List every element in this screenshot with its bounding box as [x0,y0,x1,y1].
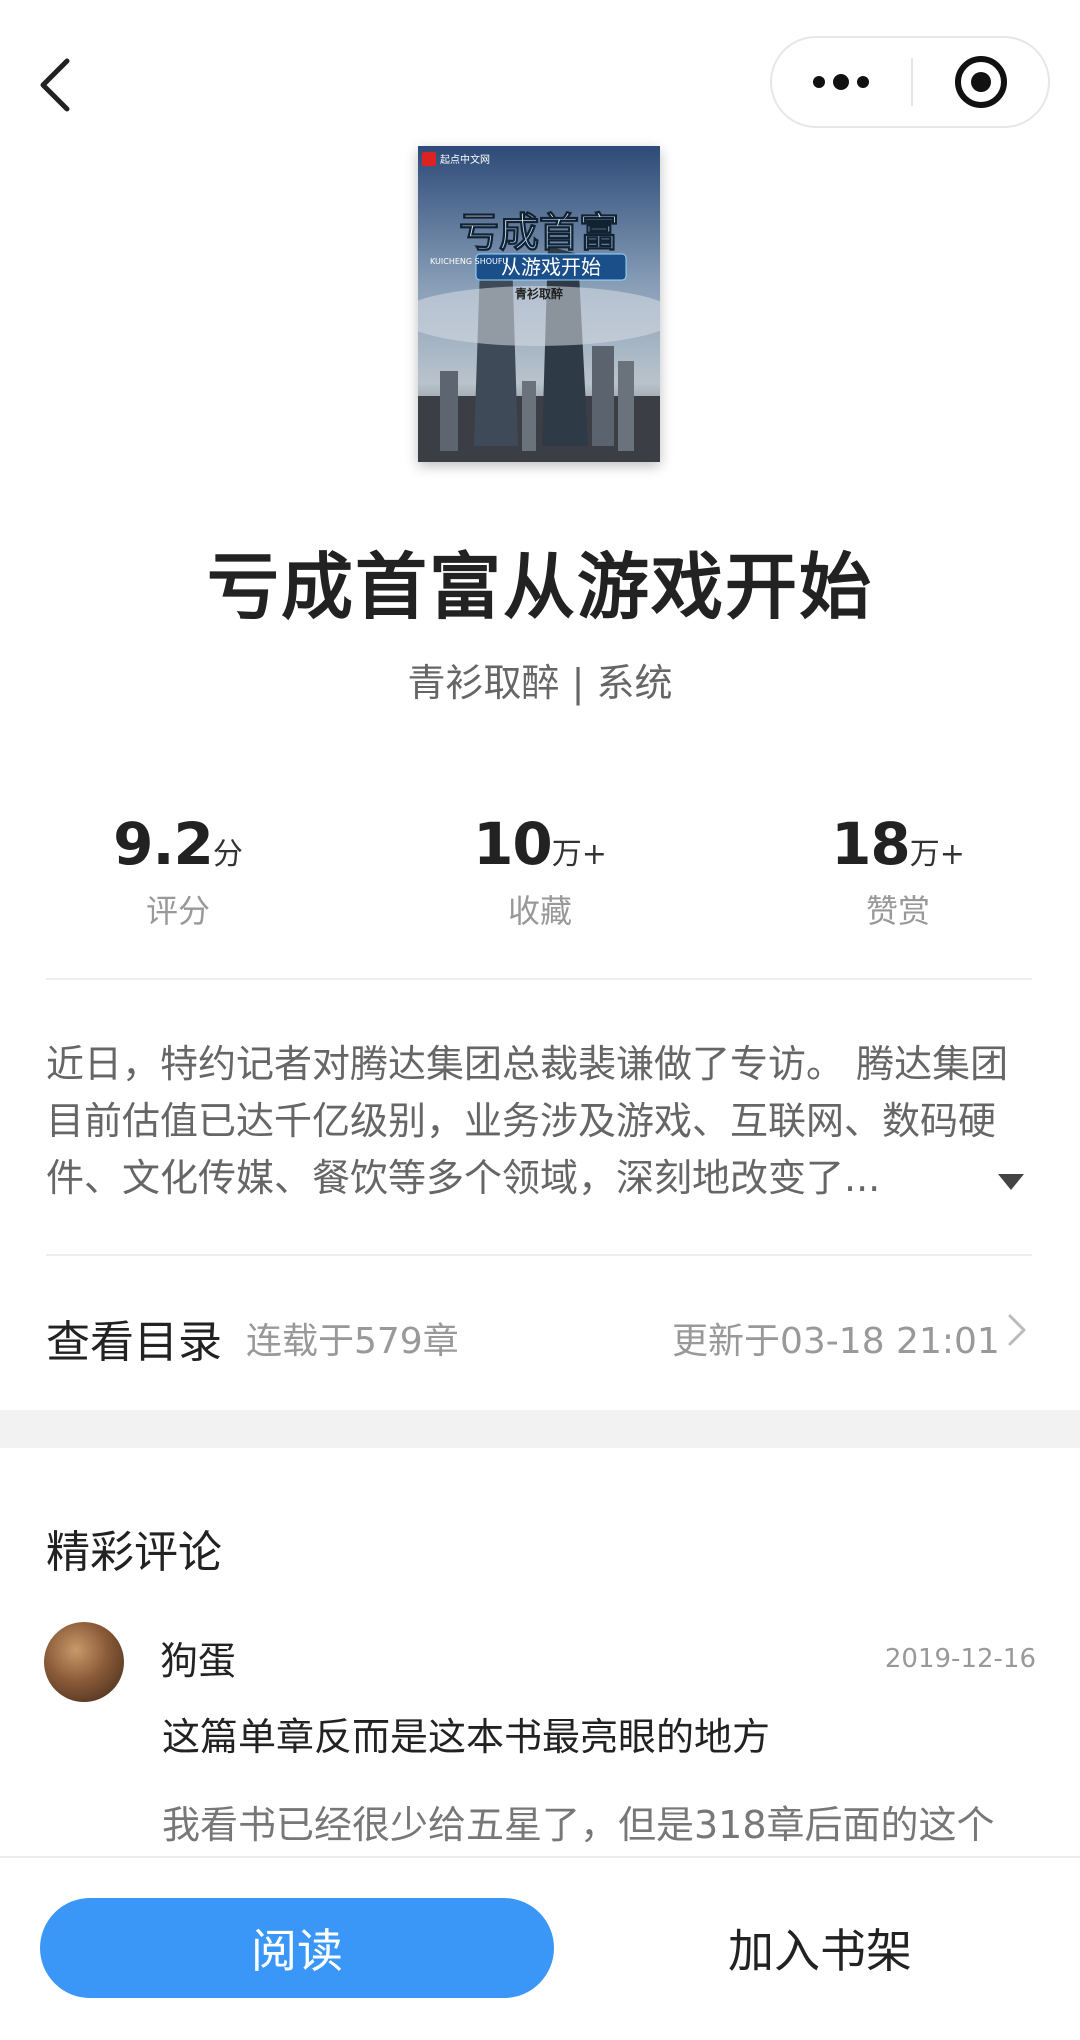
book-title: 亏成首富从游戏开始 [206,545,873,629]
back-button[interactable] [30,52,80,118]
cover-latin-text: KUICHENG SHOUFU [430,257,508,266]
more-button[interactable] [772,38,910,126]
bottom-action-bar: 阅读 加入书架 [0,1856,1080,2040]
section-separator [0,1410,1080,1448]
cover-title-sub: 从游戏开始 [501,255,601,279]
toc-title: 查看目录 [46,1317,222,1368]
expand-description-button[interactable] [996,1172,1026,1196]
book-meta: 青衫取醉 | 系统 [407,661,673,705]
more-dots-icon [813,74,869,90]
comment-title: 这篇单章反而是这本书最亮眼的地方 [162,1715,771,1759]
stat-label: 赞赏 [865,892,930,930]
avatar[interactable] [44,1622,124,1702]
toc-update-time: 更新于03-18 21:01 [672,1321,1000,1362]
comment-date: 2019-12-16 [884,1644,1036,1674]
cover-title-main: 亏成首富 [459,210,619,256]
stat-value: 18 [831,810,911,878]
stat-label: 评分 [145,892,210,930]
toc-chevron [1006,1312,1028,1352]
cover-brand-text: 起点中文网 [440,153,490,166]
stat-tips: 18万+ 赞赏 [748,810,1048,932]
book-description[interactable]: 近日，特约记者对腾达集团总裁裴谦做了专访。 腾达集团目前估值已达千亿级别，业务涉… [46,1036,1036,1207]
mini-program-capsule [770,36,1050,128]
stat-value: 10 [473,810,553,878]
capsule-divider [911,58,913,106]
stat-label: 收藏 [507,892,572,930]
comment-username[interactable]: 狗蛋 [160,1630,236,1685]
stat-rating: 9.2分 评分 [28,810,328,932]
stat-unit: 万+ [909,837,965,872]
chevron-right-icon [1008,1314,1026,1346]
comments-section-title: 精彩评论 [46,1527,222,1578]
book-cover[interactable]: 起点中文网 亏成首富 从游戏开始 KUICHENG SHOUFU 青衫取醉 [418,146,660,462]
chevron-left-icon [40,58,70,112]
target-icon [955,56,1007,108]
stat-unit: 分 [212,837,243,872]
stat-favorites: 10万+ 收藏 [390,810,690,932]
cover-author-stamp: 青衫取醉 [515,286,563,301]
stat-unit: 万+ [551,837,607,872]
toc-chapter-count: 连载于579章 [246,1321,459,1362]
close-miniprogram-button[interactable] [914,38,1048,126]
comment-body: 我看书已经很少给五星了，但是318章后面的这个 [162,1803,995,1847]
book-cover-art: 起点中文网 亏成首富 从游戏开始 KUICHENG SHOUFU 青衫取醉 [418,146,660,462]
caret-down-icon [998,1174,1024,1190]
divider [46,1254,1032,1256]
stat-value: 9.2 [113,810,214,878]
add-to-shelf-button[interactable]: 加入书架 [620,1898,1020,1998]
read-button[interactable]: 阅读 [40,1898,554,1998]
divider [46,978,1032,980]
